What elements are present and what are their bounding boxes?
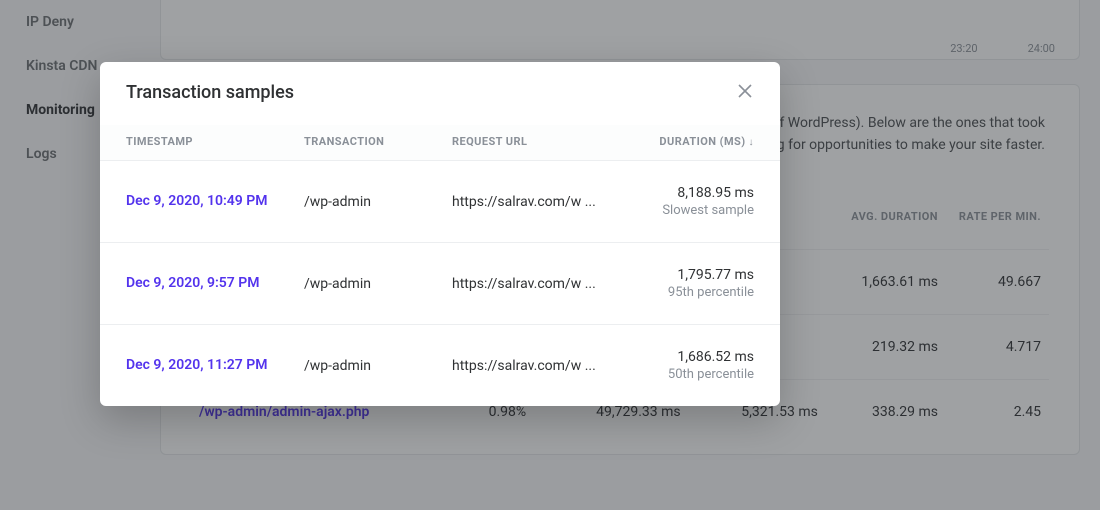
duration-cell: 1,686.52 ms50th percentile <box>604 349 754 382</box>
request-url: https://salrav.com/w ... <box>452 194 596 210</box>
close-icon <box>738 84 752 102</box>
modal-title: Transaction samples <box>126 82 294 103</box>
request-url: https://salrav.com/w ... <box>452 276 596 292</box>
request-url: https://salrav.com/w ... <box>452 358 596 374</box>
timestamp-link[interactable]: Dec 9, 2020, 10:49 PM <box>126 193 267 209</box>
col-transaction[interactable]: Transaction <box>304 135 444 148</box>
transaction-name: /wp-admin <box>304 194 444 210</box>
timestamp-link[interactable]: Dec 9, 2020, 9:57 PM <box>126 275 259 291</box>
modal-row: Dec 9, 2020, 10:49 PM/wp-admin https://sa… <box>100 161 780 243</box>
duration-cell: 1,795.77 ms95th percentile <box>604 267 754 300</box>
modal-columns: Timestamp Transaction Request URL Durati… <box>100 125 780 161</box>
modal-row: Dec 9, 2020, 11:27 PM/wp-admin https://sa… <box>100 325 780 406</box>
col-timestamp[interactable]: Timestamp <box>126 135 296 148</box>
sort-descending-icon: ↓ <box>749 137 754 148</box>
transaction-samples-modal: Transaction samples Timestamp Transactio… <box>100 62 780 406</box>
timestamp-link[interactable]: Dec 9, 2020, 11:27 PM <box>126 357 267 373</box>
col-request-url[interactable]: Request URL <box>452 135 596 148</box>
duration-cell: 8,188.95 msSlowest sample <box>604 185 754 218</box>
transaction-name: /wp-admin <box>304 276 444 292</box>
transaction-name: /wp-admin <box>304 358 444 374</box>
col-duration[interactable]: Duration (ms)↓ <box>604 135 754 148</box>
close-button[interactable] <box>736 84 754 102</box>
modal-row: Dec 9, 2020, 9:57 PM/wp-admin https://sal… <box>100 243 780 325</box>
